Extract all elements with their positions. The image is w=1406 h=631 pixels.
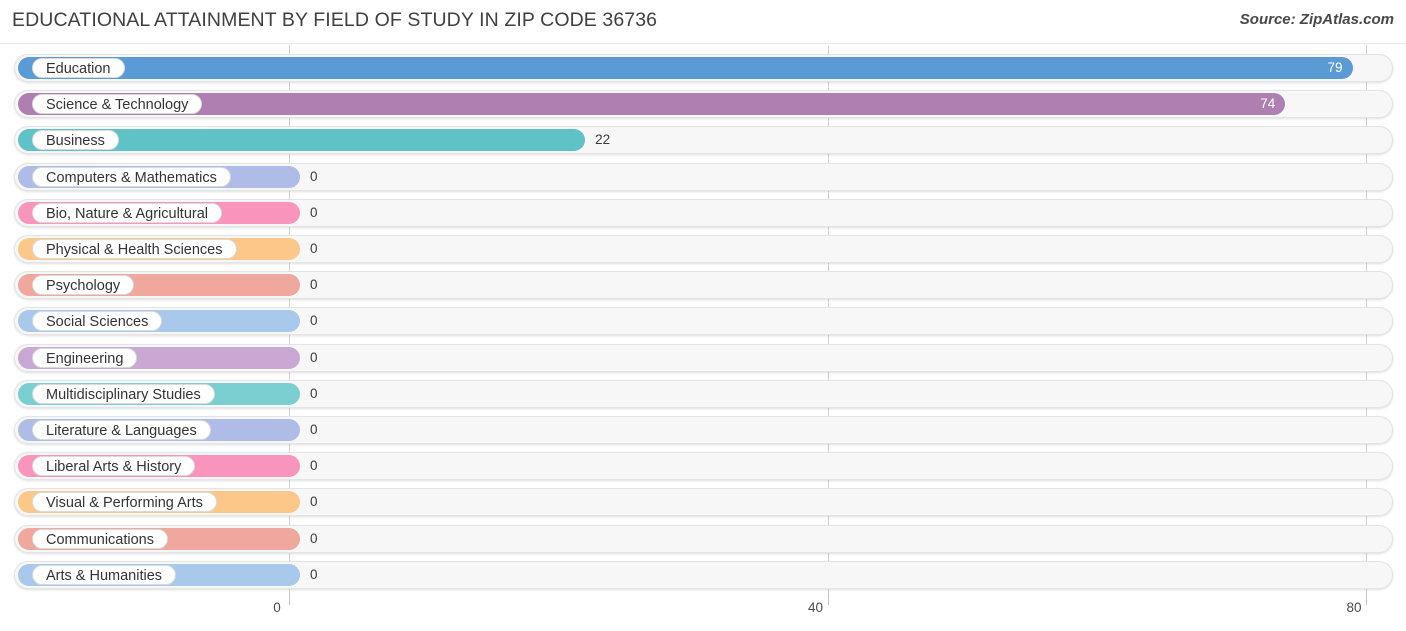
axis-tick [827,593,829,605]
bar-row[interactable]: 0 Engineering [14,343,1393,372]
bar-row[interactable]: 0 Computers & Mathematics [14,162,1393,191]
x-axis: 0 40 80 [0,593,1406,631]
bar-row[interactable]: 0 Communications [14,524,1393,553]
axis-tick-label: 40 [807,600,824,615]
bar-value-label: 22 [595,132,611,148]
category-label: Multidisciplinary Studies [32,383,215,404]
bar-value-label: 0 [310,494,318,510]
bar-value-label: 0 [310,313,318,329]
category-label: Bio, Nature & Agricultural [32,202,222,223]
bar-row[interactable]: 0 Liberal Arts & History [14,452,1393,481]
bar-value-label: 0 [310,422,318,437]
category-label: Psychology [32,275,135,296]
bar-row[interactable]: 79 Education [14,54,1393,82]
category-label: Literature & Languages [32,420,211,440]
bar-value-label: 0 [310,277,318,293]
bar-row[interactable]: 74 Science & Technology [14,90,1393,119]
axis-tick-label: 80 [1346,600,1362,615]
category-label: Business [32,130,119,151]
category-label: Science & Technology [32,94,203,115]
page-title: EDUCATIONAL ATTAINMENT BY FIELD OF STUDY… [12,9,658,31]
axis-tick [289,593,290,605]
category-label: Visual & Performing Arts [32,492,217,513]
bar-row[interactable]: 0 Physical & Health Sciences [14,235,1393,263]
category-label: Education [32,58,125,78]
bar-row[interactable]: 0 Psychology [14,271,1393,300]
category-label: Engineering [32,347,138,368]
bar-row[interactable]: 0 Arts & Humanities [14,560,1393,589]
category-label: Computers & Mathematics [32,166,231,187]
bar-value-label: 0 [310,385,318,401]
chart-header: EDUCATIONAL ATTAINMENT BY FIELD OF STUDY… [0,0,1406,44]
bar-row[interactable]: 0 Literature & Languages [14,416,1393,444]
axis-tick-label: 0 [273,600,281,615]
chart-plot-area: 79 Education 74 Science & Technology 22 Busin… [0,45,1406,593]
bar-value-label: 0 [310,349,318,365]
bar-value-label: 79 [1327,60,1343,75]
bar-value-label: 0 [310,241,318,256]
category-label: Social Sciences [32,311,163,332]
bar-row[interactable]: 0 Social Sciences [14,307,1393,336]
bar-value-label: 0 [310,458,318,474]
category-label: Liberal Arts & History [32,456,196,477]
category-label: Communications [32,528,168,549]
bar[interactable]: 74 [18,93,1286,116]
category-label: Arts & Humanities [32,564,177,585]
bar-row[interactable]: 0 Bio, Nature & Agricultural [14,198,1393,227]
bar-value-label: 0 [310,204,318,220]
bar-value-label: 0 [310,566,318,582]
bar-row[interactable]: 0 Multidisciplinary Studies [14,379,1393,408]
axis-tick [1366,593,1367,605]
category-label: Physical & Health Sciences [32,239,237,259]
bar-value-label: 74 [1260,96,1276,112]
source-attribution: Source: ZipAtlas.com [1239,11,1394,28]
bar-value-label: 0 [310,530,318,546]
bar-value-label: 0 [310,168,318,184]
bar-row[interactable]: 22 Business [14,126,1393,155]
bar[interactable]: 79 [18,57,1353,79]
bar-row[interactable]: 0 Visual & Performing Arts [14,488,1393,517]
